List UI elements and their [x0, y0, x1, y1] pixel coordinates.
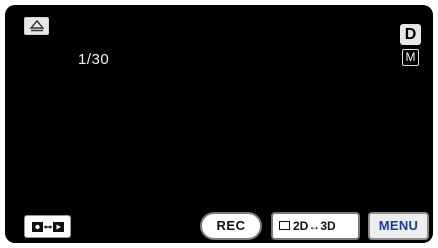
camera-lcd-screen: 1/30 D M REC 2D↔3D MENU	[5, 5, 433, 243]
eject-button[interactable]	[24, 17, 49, 35]
mode-switch-button[interactable]	[24, 215, 71, 238]
2d-3d-toggle-button[interactable]: 2D↔3D	[271, 212, 360, 240]
d-badge: D	[400, 24, 421, 45]
screen-frame-icon	[279, 221, 290, 230]
rec-button[interactable]: REC	[200, 212, 262, 240]
playback-counter: 1/30	[78, 51, 110, 68]
eject-icon	[29, 20, 45, 32]
menu-button[interactable]: MENU	[368, 212, 429, 240]
camera-video-switch-icon	[32, 222, 64, 232]
2d-3d-label: 2D↔3D	[293, 219, 336, 233]
m-badge: M	[402, 49, 419, 66]
